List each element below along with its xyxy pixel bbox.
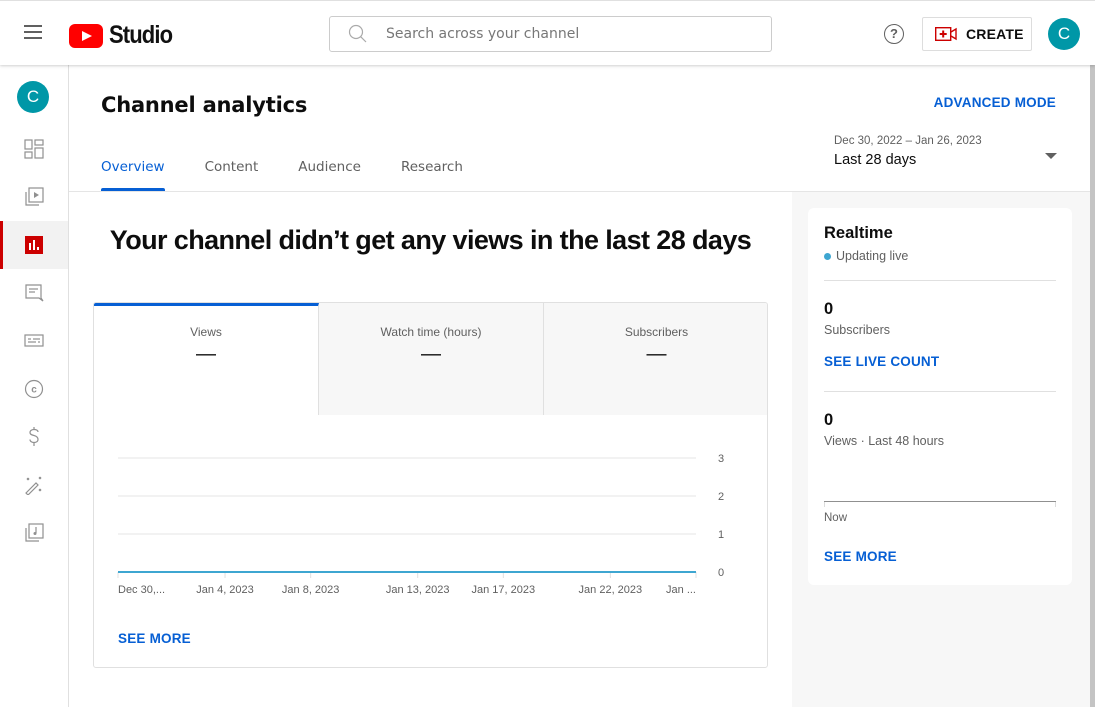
copyright-icon: c [24, 379, 44, 399]
youtube-logo-icon [69, 23, 103, 48]
search-box[interactable] [329, 16, 772, 52]
metric-label: Subscribers [624, 325, 689, 339]
x-tick-label: Jan 13, 2023 [386, 584, 450, 596]
create-video-icon [934, 26, 957, 42]
metric-value: — [646, 343, 667, 365]
realtime-chart-baseline [824, 501, 1056, 502]
tab-research[interactable]: Research [401, 159, 463, 191]
account-avatar[interactable]: C [1048, 18, 1080, 50]
sidebar-item-content[interactable] [0, 173, 68, 221]
search-icon [348, 24, 368, 44]
x-tick-label: Jan 22, 2023 [579, 584, 643, 596]
live-status: Updating live [824, 249, 908, 263]
realtime-now-label: Now [824, 512, 848, 524]
metric-tab-views[interactable]: Views — [94, 303, 319, 415]
sidebar-item-audio-library[interactable] [0, 509, 68, 557]
page-title: Channel analytics [101, 93, 308, 117]
metric-label: Views [190, 325, 222, 339]
y-tick-label: 2 [718, 491, 724, 503]
date-range-text: Dec 30, 2022 – Jan 26, 2023 [834, 135, 982, 147]
analytics-tabs: Overview Content Audience Research [101, 159, 503, 191]
y-tick-label: 1 [718, 529, 724, 541]
metrics-card: Views — Watch time (hours) — Subscribers… [93, 302, 768, 668]
audio-library-icon [25, 523, 44, 542]
divider [824, 280, 1056, 281]
create-label: CREATE [966, 26, 1024, 42]
sidebar-item-customization[interactable] [0, 461, 68, 509]
dollar-icon [29, 427, 39, 446]
metric-tab-subscribers[interactable]: Subscribers — [544, 303, 767, 415]
realtime-chart-tick [824, 502, 825, 507]
tab-audience[interactable]: Audience [298, 159, 361, 191]
realtime-title: Realtime [824, 224, 893, 242]
y-tick-label: 3 [718, 453, 724, 465]
x-tick-label: Jan 4, 2023 [196, 584, 254, 596]
views-line-chart: 0 1 2 3 Dec 30,... Jan 4, 2023 Jan 8, 2023 Jan … [117, 453, 724, 596]
realtime-chart-tick [1055, 502, 1056, 507]
metric-label: Watch time (hours) [380, 325, 482, 339]
sidebar: C c [0, 65, 69, 707]
page-scrollbar[interactable] [1090, 65, 1095, 707]
tab-overview[interactable]: Overview [101, 159, 165, 191]
subscribers-label: Subscribers [824, 323, 890, 337]
metric-tab-watch-time[interactable]: Watch time (hours) — [319, 303, 544, 415]
menu-icon[interactable] [24, 25, 42, 39]
sidebar-item-earn[interactable] [0, 413, 68, 461]
metric-value: — [421, 343, 441, 365]
y-tick-label: 0 [718, 567, 724, 579]
sidebar-item-comments[interactable] [0, 269, 68, 317]
channel-avatar[interactable]: C [17, 81, 49, 113]
realtime-card: Realtime Updating live 0 Subscribers SEE… [808, 208, 1072, 585]
x-tick-label: Jan 8, 2023 [282, 584, 340, 596]
top-bar: Studio ? CREATE C [0, 0, 1095, 65]
live-dot-icon [824, 252, 831, 260]
live-status-text: Updating live [836, 249, 909, 263]
date-preset-text: Last 28 days [834, 152, 917, 168]
create-button[interactable]: CREATE [922, 17, 1032, 51]
sidebar-item-copyright[interactable]: c [0, 365, 68, 413]
help-icon[interactable]: ? [884, 24, 904, 44]
date-range-selector[interactable]: Dec 30, 2022 – Jan 26, 2023 Last 28 days [834, 135, 1059, 180]
sidebar-item-analytics[interactable] [0, 221, 68, 269]
views-label: Views · Last 48 hours [824, 434, 944, 448]
views-count: 0 [824, 411, 834, 429]
analytics-icon [25, 236, 43, 254]
overview-headline: Your channel didn’t get any views in the… [109, 225, 752, 255]
comments-icon [25, 284, 44, 302]
video-library-icon [25, 187, 44, 206]
realtime-see-more-link[interactable]: SEE MORE [824, 549, 897, 564]
x-tick-label: Jan 17, 2023 [472, 584, 536, 596]
x-tick-label: Jan ... [666, 584, 696, 596]
logo-text: Studio [109, 21, 173, 49]
advanced-mode-button[interactable]: ADVANCED MODE [934, 95, 1056, 110]
sidebar-item-subtitles[interactable] [0, 317, 68, 365]
subtitles-icon [24, 334, 44, 347]
see-more-link[interactable]: SEE MORE [118, 631, 191, 646]
svg-text:c: c [31, 385, 37, 396]
divider [824, 391, 1056, 392]
main-content: Channel analytics ADVANCED MODE Overview… [69, 65, 1090, 707]
magic-wand-icon [25, 476, 42, 495]
dashboard-icon [24, 139, 44, 159]
metric-value: — [196, 343, 216, 365]
studio-logo[interactable]: Studio [69, 21, 181, 50]
search-input[interactable] [386, 26, 746, 42]
x-tick-label: Dec 30,... [118, 584, 165, 596]
tab-content[interactable]: Content [205, 159, 259, 191]
subscribers-count: 0 [824, 300, 834, 318]
sidebar-item-dashboard[interactable] [0, 125, 68, 173]
dropdown-arrow-icon [1045, 153, 1057, 159]
see-live-count-link[interactable]: SEE LIVE COUNT [824, 354, 939, 369]
